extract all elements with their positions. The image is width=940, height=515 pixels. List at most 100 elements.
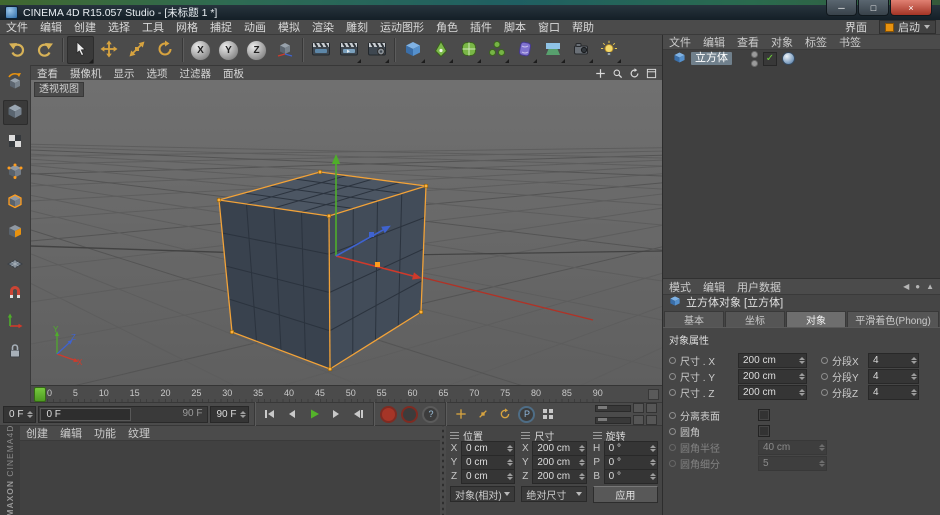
points-mode-button[interactable] — [3, 160, 28, 185]
array-generator-button[interactable] — [483, 36, 510, 64]
rotation-input[interactable]: 0 ° — [604, 441, 658, 456]
render-view-button[interactable] — [307, 36, 334, 64]
object-row[interactable]: 立方体 ✓ — [663, 50, 940, 67]
animation-dot[interactable] — [821, 373, 828, 380]
rotate-view-icon[interactable] — [627, 67, 641, 79]
apply-button[interactable]: 应用 — [593, 486, 658, 503]
rotate-tool-button[interactable] — [151, 36, 178, 64]
checkbox[interactable] — [758, 425, 770, 437]
size-input[interactable]: 200 cm — [532, 441, 586, 456]
material-menu-item[interactable]: 编辑 — [54, 425, 88, 441]
position-input[interactable]: 0 cm — [461, 441, 515, 456]
axis-lock-button[interactable]: Z — [243, 36, 270, 64]
object-manager-menu-item[interactable]: 标签 — [799, 34, 833, 50]
viewport-menu-item[interactable]: 查看 — [31, 66, 64, 81]
timeline-end-handle[interactable] — [648, 389, 659, 400]
object-enabled-check[interactable]: ✓ — [763, 52, 777, 66]
segments-input[interactable]: 4 — [868, 385, 919, 400]
size-value-input[interactable]: 200 cm — [738, 385, 807, 400]
menu-item[interactable]: 文件 — [0, 19, 34, 35]
axis-lock-button[interactable]: X — [187, 36, 214, 64]
polygons-mode-button[interactable] — [3, 220, 28, 245]
attribute-menu-item[interactable]: 用户数据 — [731, 279, 787, 295]
attr-tab[interactable]: 对象 — [786, 311, 846, 327]
history-back-icon[interactable]: ◀ — [903, 282, 909, 291]
menu-item[interactable]: 动画 — [238, 19, 272, 35]
autokey-button[interactable] — [401, 406, 418, 423]
viewport-menu-item[interactable]: 显示 — [108, 66, 141, 81]
animation-dot[interactable] — [669, 389, 676, 396]
scale-tool-button[interactable] — [123, 36, 150, 64]
menu-item[interactable]: 编辑 — [34, 19, 68, 35]
mini-button[interactable] — [646, 403, 657, 413]
coordinate-mode-select[interactable]: 对象(相对) — [450, 486, 515, 502]
rotation-input[interactable]: 0 ° — [604, 455, 658, 470]
size-value-input[interactable]: 200 cm — [738, 369, 807, 384]
mini-button[interactable] — [633, 403, 644, 413]
object-name[interactable]: 立方体 — [691, 52, 732, 65]
move-tool-button[interactable] — [95, 36, 122, 64]
render-picture-viewer-button[interactable] — [335, 36, 362, 64]
interface-menu[interactable]: 界面 — [839, 19, 873, 35]
render-settings-button[interactable] — [363, 36, 390, 64]
menu-item[interactable]: 运动图形 — [374, 19, 430, 35]
mini-button[interactable] — [633, 415, 644, 425]
frame-slider[interactable]: 0 F 90 F — [38, 406, 208, 423]
animation-dot[interactable] — [669, 373, 676, 380]
spline-pen-button[interactable] — [427, 36, 454, 64]
attr-tab[interactable]: 基本 — [664, 311, 724, 327]
camera-button[interactable] — [567, 36, 594, 64]
next-frame-button[interactable] — [326, 406, 346, 423]
material-menu-item[interactable]: 纹理 — [122, 425, 156, 441]
menu-item[interactable]: 工具 — [136, 19, 170, 35]
menu-item[interactable]: 插件 — [464, 19, 498, 35]
minimize-button[interactable]: ─ — [826, 0, 857, 16]
mini-slider[interactable] — [595, 417, 631, 424]
menu-item[interactable]: 渲染 — [306, 19, 340, 35]
viewport-canvas[interactable]: YXZ 透视视图 — [31, 80, 662, 386]
maximize-button[interactable]: □ — [858, 0, 889, 16]
layout-select[interactable]: 启动 — [879, 20, 936, 34]
attr-tab[interactable]: 坐标 — [725, 311, 785, 327]
live-selection-button[interactable] — [67, 36, 94, 64]
play-button[interactable] — [304, 406, 324, 423]
keyframe-pla-toggle[interactable] — [538, 406, 558, 423]
zoom-view-icon[interactable] — [610, 67, 624, 79]
animation-dot[interactable] — [669, 428, 676, 435]
menu-item[interactable]: 创建 — [68, 19, 102, 35]
object-manager-menu-item[interactable]: 文件 — [663, 34, 697, 50]
cube-primitive-button[interactable] — [399, 36, 426, 64]
undo-button[interactable] — [3, 36, 30, 64]
object-manager-menu-item[interactable]: 书签 — [833, 34, 867, 50]
size-input[interactable]: 200 cm — [532, 455, 586, 470]
redo-button[interactable] — [31, 36, 58, 64]
attr-tab[interactable]: 平滑着色(Phong) — [847, 311, 939, 327]
timeline-ruler[interactable]: 051015202530354045505560657075808590 — [31, 386, 662, 403]
menu-item[interactable]: 窗口 — [532, 19, 566, 35]
menu-item[interactable]: 捕捉 — [204, 19, 238, 35]
menu-item[interactable]: 网格 — [170, 19, 204, 35]
frame-slider-thumb[interactable]: 0 F — [40, 408, 131, 421]
toggle-view-icon[interactable] — [644, 67, 658, 79]
attribute-menu-item[interactable]: 模式 — [663, 279, 697, 295]
frame-spinner[interactable] — [27, 411, 33, 418]
light-button[interactable] — [595, 36, 622, 64]
object-manager-menu-item[interactable]: 编辑 — [697, 34, 731, 50]
make-editable-button[interactable] — [3, 70, 28, 95]
deformer-button[interactable] — [511, 36, 538, 64]
size-value-input[interactable]: 200 cm — [738, 353, 807, 368]
edges-mode-button[interactable] — [3, 190, 28, 215]
menu-item[interactable]: 帮助 — [566, 19, 600, 35]
goto-start-button[interactable] — [260, 406, 280, 423]
subdivision-surface-button[interactable] — [455, 36, 482, 64]
title-bar[interactable]: CINEMA 4D R15.057 Studio - [未标题 1 *] — [0, 5, 940, 20]
keyframe-position-toggle[interactable] — [451, 406, 471, 423]
position-input[interactable]: 0 cm — [461, 455, 515, 470]
axis-lock-button[interactable]: Y — [215, 36, 242, 64]
menu-item[interactable]: 模拟 — [272, 19, 306, 35]
keyframe-parameter-toggle[interactable]: P — [518, 406, 535, 423]
current-frame-field[interactable]: 0 F — [3, 406, 36, 423]
position-input[interactable]: 0 cm — [461, 469, 515, 484]
viewport-menu-item[interactable]: 摄像机 — [64, 66, 108, 81]
environment-floor-button[interactable] — [539, 36, 566, 64]
